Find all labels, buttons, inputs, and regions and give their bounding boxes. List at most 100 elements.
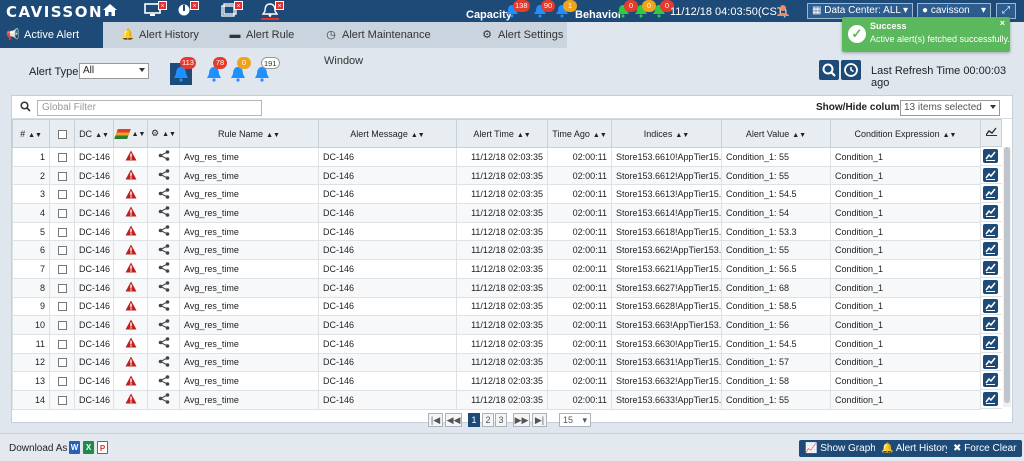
- row-share[interactable]: [147, 315, 180, 335]
- col-header-rule-name[interactable]: Rule Name ▲▼: [179, 119, 319, 148]
- refresh-history-icon[interactable]: [841, 60, 861, 80]
- row-checkbox[interactable]: [57, 227, 67, 237]
- minor-alerts-bell-icon[interactable]: 0: [227, 57, 251, 85]
- line-chart-icon[interactable]: [983, 242, 998, 257]
- table-row[interactable]: 5 DC-146 Avg_res_time DC-146 11/12/18 02:03:…: [12, 221, 981, 242]
- col-header-index[interactable]: # ▲▼: [12, 119, 50, 148]
- row-select[interactable]: [49, 371, 75, 391]
- window-icon[interactable]: ×: [220, 1, 243, 18]
- line-chart-icon[interactable]: [983, 186, 998, 201]
- page-2-button[interactable]: 2: [482, 413, 494, 427]
- col-header-dc[interactable]: DC ▲▼: [74, 119, 114, 148]
- row-share[interactable]: [147, 389, 180, 410]
- user-alert-icon[interactable]: [775, 3, 793, 18]
- prev-page-button[interactable]: ◀◀: [445, 413, 462, 427]
- row-share[interactable]: [147, 147, 180, 167]
- line-chart-icon[interactable]: [983, 391, 998, 406]
- table-row[interactable]: 7 DC-146 Avg_res_time DC-146 11/12/18 02:03:…: [12, 259, 981, 279]
- tab-alert-history[interactable]: 🔔 Alert History: [115, 22, 215, 48]
- global-filter-input[interactable]: Global Filter: [37, 100, 262, 116]
- row-checkbox[interactable]: [57, 152, 67, 162]
- col-header-settings[interactable]: ⚙ ▲▼: [147, 119, 180, 148]
- page-size-select[interactable]: 15 ▾: [559, 413, 591, 427]
- tab-alert-maintenance-window[interactable]: ◷ Alert Maintenance Window: [318, 22, 458, 67]
- col-header-severity[interactable]: ▲▼: [113, 119, 148, 148]
- capacity-critical-bell-icon[interactable]: 138: [505, 0, 530, 18]
- row-checkbox[interactable]: [57, 377, 67, 387]
- dashboard-icon[interactable]: ×: [176, 1, 199, 18]
- row-share[interactable]: [147, 165, 180, 186]
- table-row[interactable]: 2 DC-146 Avg_res_time DC-146 11/12/18 02:03:…: [12, 165, 981, 186]
- table-row[interactable]: 13 DC-146 Avg_res_time DC-146 11/12/18 02:03…: [12, 371, 981, 391]
- row-checkbox[interactable]: [57, 208, 67, 218]
- alert-bell-icon[interactable]: ×: [261, 1, 284, 20]
- row-select[interactable]: [49, 389, 75, 410]
- row-select[interactable]: [49, 259, 75, 279]
- page-1-button[interactable]: 1: [468, 413, 480, 427]
- line-chart-icon[interactable]: [983, 335, 998, 350]
- row-share[interactable]: [147, 184, 180, 205]
- row-checkbox[interactable]: [57, 358, 67, 368]
- row-share[interactable]: [147, 240, 180, 261]
- row-select[interactable]: [49, 296, 75, 317]
- line-chart-icon[interactable]: [983, 279, 998, 294]
- col-header-condition-expression[interactable]: Condition Expression ▲▼: [830, 119, 981, 148]
- page-3-button[interactable]: 3: [495, 413, 507, 427]
- behavior-major-bell-icon[interactable]: 0: [634, 0, 656, 18]
- table-row[interactable]: 6 DC-146 Avg_res_time DC-146 11/12/18 02:03:…: [12, 240, 981, 261]
- table-row[interactable]: 10 DC-146 Avg_res_time DC-146 11/12/18 02:03…: [12, 315, 981, 335]
- row-checkbox[interactable]: [57, 395, 67, 405]
- line-chart-icon[interactable]: [983, 298, 998, 313]
- pdf-icon[interactable]: P: [97, 441, 108, 454]
- row-checkbox[interactable]: [57, 339, 67, 349]
- row-checkbox[interactable]: [57, 302, 67, 312]
- col-header-alert-time[interactable]: Alert Time ▲▼: [456, 119, 548, 148]
- row-share[interactable]: [147, 277, 180, 298]
- table-row[interactable]: 9 DC-146 Avg_res_time DC-146 11/12/18 02:03:…: [12, 296, 981, 317]
- line-chart-icon[interactable]: [983, 373, 998, 388]
- major-alerts-bell-icon[interactable]: 78: [203, 57, 227, 85]
- tab-active-alert[interactable]: 📢 Active Alert: [0, 22, 103, 48]
- row-select[interactable]: [49, 221, 75, 242]
- line-chart-icon[interactable]: [983, 354, 998, 369]
- row-select[interactable]: [49, 352, 75, 373]
- show-graph-button[interactable]: 📈 Show Graph: [799, 440, 882, 457]
- row-share[interactable]: [147, 352, 180, 373]
- row-select[interactable]: [49, 277, 75, 298]
- table-row[interactable]: 14 DC-146 Avg_res_time DC-146 11/12/18 02:03…: [12, 389, 981, 410]
- row-select[interactable]: [49, 184, 75, 205]
- table-row[interactable]: 1 DC-146 Avg_res_time DC-146 11/12/18 02:03:…: [12, 147, 981, 167]
- close-icon[interactable]: ×: [1000, 18, 1005, 28]
- capacity-minor-bell-icon[interactable]: 1: [555, 0, 577, 18]
- row-checkbox[interactable]: [57, 190, 67, 200]
- line-chart-icon[interactable]: [983, 317, 998, 332]
- select-all-checkbox[interactable]: [57, 129, 67, 139]
- table-row[interactable]: 8 DC-146 Avg_res_time DC-146 11/12/18 02:03:…: [12, 277, 981, 298]
- tab-alert-rule[interactable]: ▬ Alert Rule: [222, 22, 306, 48]
- col-header-alert-message[interactable]: Alert Message ▲▼: [318, 119, 457, 148]
- row-checkbox[interactable]: [57, 283, 67, 293]
- row-select[interactable]: [49, 203, 75, 223]
- row-share[interactable]: [147, 221, 180, 242]
- row-select[interactable]: [49, 147, 75, 167]
- alert-history-button[interactable]: 🔔 Alert History: [875, 440, 957, 457]
- col-header-alert-value[interactable]: Alert Value ▲▼: [721, 119, 831, 148]
- table-row[interactable]: 3 DC-146 Avg_res_time DC-146 11/12/18 02:03:…: [12, 184, 981, 205]
- table-row[interactable]: 4 DC-146 Avg_res_time DC-146 11/12/18 02:03:…: [12, 203, 981, 223]
- first-page-button[interactable]: |◀: [428, 413, 443, 427]
- behavior-critical-bell-icon[interactable]: 0: [616, 0, 638, 18]
- line-chart-icon[interactable]: [983, 167, 998, 182]
- critical-alerts-bell-icon[interactable]: 113: [170, 57, 196, 85]
- row-share[interactable]: [147, 259, 180, 279]
- row-select[interactable]: [49, 240, 75, 261]
- tab-alert-settings[interactable]: ⚙ Alert Settings: [474, 22, 567, 48]
- col-header-time-ago[interactable]: Time Ago ▲▼: [547, 119, 612, 148]
- total-alerts-bell-icon[interactable]: 191: [251, 57, 280, 85]
- line-chart-icon[interactable]: [983, 149, 998, 163]
- row-share[interactable]: [147, 203, 180, 223]
- row-share[interactable]: [147, 371, 180, 391]
- line-chart-icon[interactable]: [983, 261, 998, 276]
- line-chart-icon[interactable]: [983, 223, 998, 238]
- row-checkbox[interactable]: [57, 265, 67, 275]
- force-clear-button[interactable]: ✖ Force Clear: [947, 440, 1023, 457]
